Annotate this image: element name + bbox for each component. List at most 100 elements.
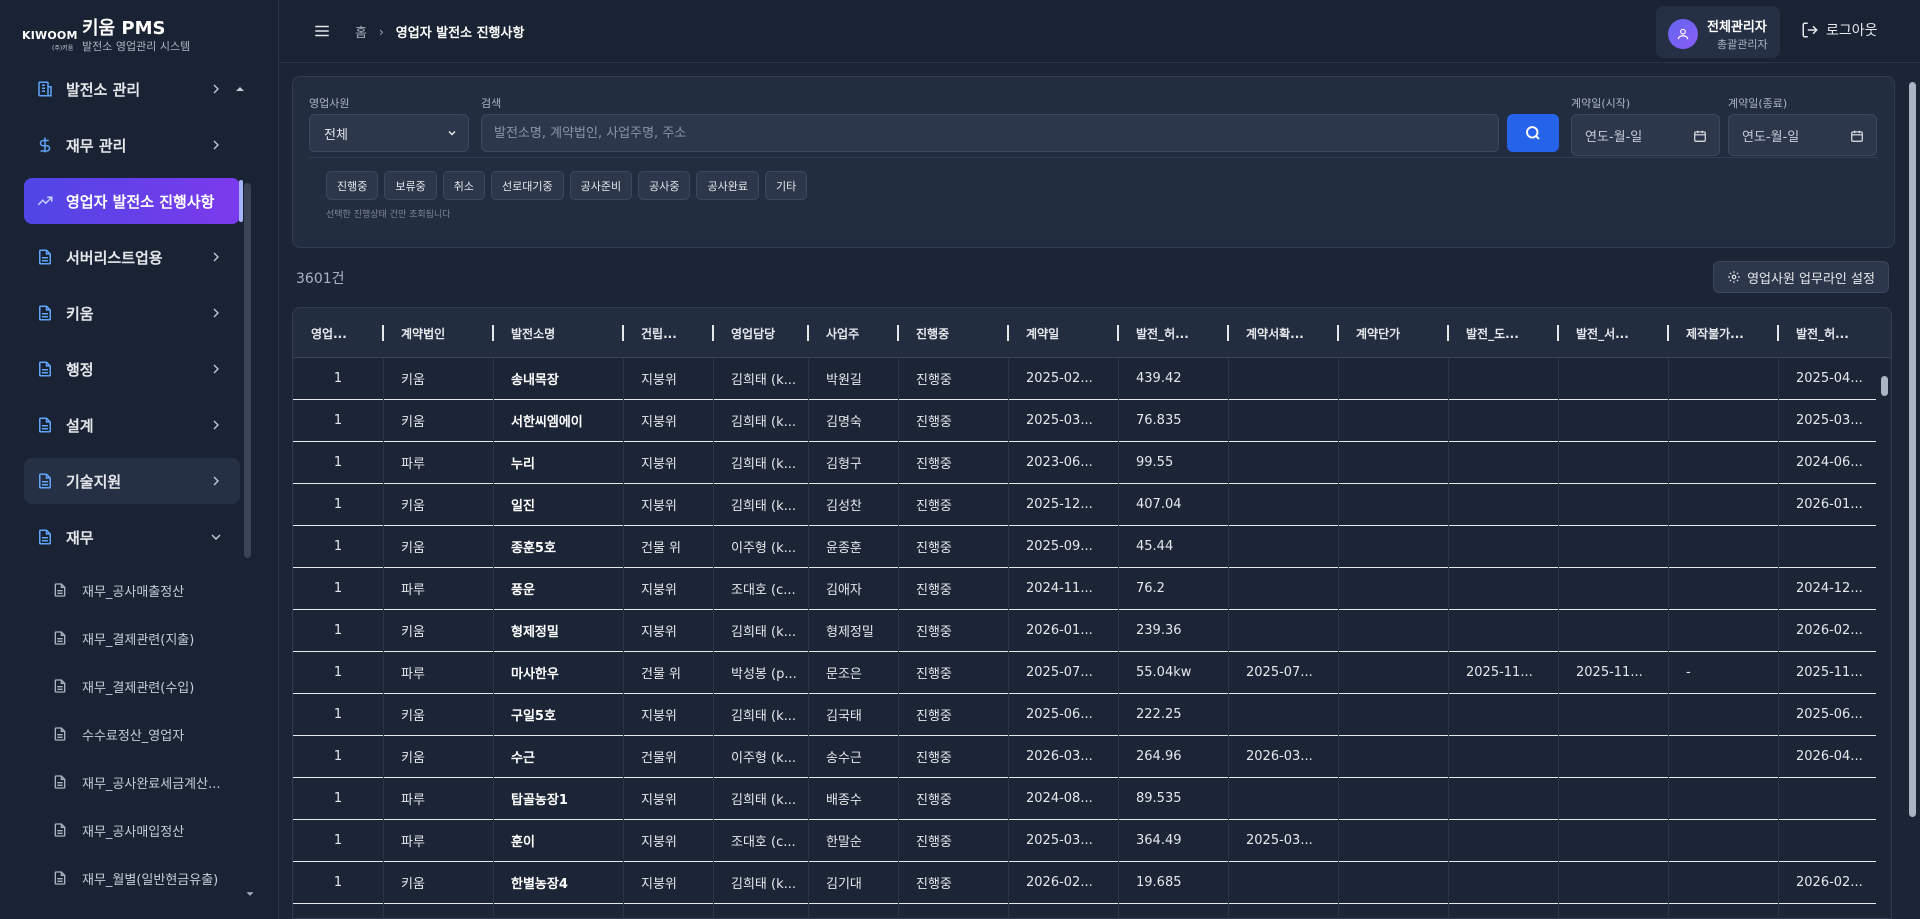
table-cell-col-status: 진행중 xyxy=(916,793,952,808)
column-resize-handle[interactable] xyxy=(1447,325,1449,341)
sidebar-item-kiwoom[interactable]: 키움 xyxy=(24,290,240,336)
sidebar-item-sales-progress[interactable]: 영업자 발전소 진행사항 xyxy=(24,178,243,224)
chevron-up-icon[interactable] xyxy=(232,81,248,101)
submenu-item[interactable]: 수수료정산_영업자 xyxy=(24,710,240,758)
user-profile[interactable]: 전체관리자 총괄관리자 xyxy=(1656,6,1780,58)
column-header-col-capacity[interactable]: 발전_허... xyxy=(1136,308,1220,358)
search-button[interactable] xyxy=(1507,114,1559,152)
sidebar-item-finance[interactable]: 재무 xyxy=(24,514,240,560)
column-resize-handle[interactable] xyxy=(1777,325,1779,341)
submenu-item[interactable]: 재무_공사완료세금계산... xyxy=(24,758,240,806)
column-header-col-plant-seo[interactable]: 발전_서... xyxy=(1576,308,1660,358)
status-chip[interactable]: 공사준비 xyxy=(569,171,633,200)
column-header-col-unit-price[interactable]: 계약단가 xyxy=(1356,308,1440,358)
sidebar-item-plant-management[interactable]: 발전소 관리 xyxy=(24,66,244,112)
table-row[interactable]: 1 파루 훈이 지붕위 조대호 (c... 한말순 진행중 2025-03... 364.49 2… xyxy=(293,820,1876,862)
column-header-col-contract-confirm[interactable]: 계약서확... xyxy=(1246,308,1330,358)
column-resize-handle[interactable] xyxy=(1117,325,1119,341)
status-chip[interactable]: 공사완료 xyxy=(696,171,759,200)
column-resize-handle[interactable] xyxy=(1227,325,1229,341)
dollar-icon xyxy=(36,136,54,154)
sidebar-scrollbar[interactable] xyxy=(244,183,251,558)
status-chip[interactable]: 진행중 xyxy=(326,171,379,200)
table-row[interactable]: 1 키움 형제정밀 지붕위 김희태 (k... 형제정밀 진행중 2026-01... 239.… xyxy=(293,610,1876,652)
status-chip[interactable]: 취소 xyxy=(442,171,485,200)
menu-icon[interactable] xyxy=(313,22,331,44)
column-resize-handle[interactable] xyxy=(1007,325,1009,341)
table-cell-col-sales-no: 1 xyxy=(333,791,343,806)
table-row[interactable]: 1 키움 한별농장4 지붕위 김희태 (k... 김기대 진행중 2026-02... 19.6… xyxy=(293,862,1876,904)
document-icon xyxy=(52,774,68,790)
column-header-col-owner[interactable]: 사업주 xyxy=(826,308,890,358)
document-icon xyxy=(36,416,54,434)
sidebar-item-server-list[interactable]: 서버리스트업용 xyxy=(24,234,240,280)
status-chip[interactable]: 선로대기중 xyxy=(491,171,564,200)
column-header-col-contract-date[interactable]: 계약일 xyxy=(1026,308,1110,358)
breadcrumb-home[interactable]: 홈 xyxy=(355,22,367,41)
table-scrollbar[interactable] xyxy=(1881,376,1888,396)
end-date-input[interactable]: 연도-월-일 xyxy=(1728,114,1877,156)
table-cell-col-unbuildable xyxy=(1686,736,1774,777)
table-row[interactable]: 1 파루 탑골농장1 지붕위 김희태 (k... 배종수 진행중 2024-08... 89.5… xyxy=(293,778,1876,820)
column-resize-handle[interactable] xyxy=(1667,325,1669,341)
column-resize-handle[interactable] xyxy=(382,325,384,341)
table-row[interactable]: 1 키움 일진 지붕위 김희태 (k... 김성찬 진행중 2025-12... 407.04 2… xyxy=(293,484,1876,526)
search-input[interactable] xyxy=(481,114,1499,152)
table-row[interactable]: 1 파루 누리 지붕위 김희태 (k... 김형구 진행중 2023-06... 99.55 20… xyxy=(293,442,1876,484)
sidebar-item-design[interactable]: 설계 xyxy=(24,402,240,448)
column-resize-handle[interactable] xyxy=(897,325,899,341)
column-resize-handle[interactable] xyxy=(622,325,624,341)
page-scrollbar[interactable] xyxy=(1909,82,1916,817)
sales-workline-settings-button[interactable]: 영업사원 업무라인 설정 xyxy=(1713,261,1889,293)
sidebar-item-finance-management[interactable]: 재무 관리 xyxy=(24,122,240,168)
table-cell-col-capacity: 439.42 xyxy=(1136,371,1182,386)
table-row[interactable]: 1 키움 종훈5호 건물 위 이주형 (k... 윤종훈 진행중 2025-09... 45.4… xyxy=(293,526,1876,568)
submenu-item[interactable]: 재무_월별(일반현금유출) xyxy=(24,854,240,902)
submenu-item[interactable]: 재무_공사매입정산 xyxy=(24,806,240,854)
submenu-item[interactable]: 재무_결제관련(지출) xyxy=(24,614,240,662)
table-row[interactable]: 1 파루 풍운 지붕위 조대호 (c... 김애자 진행중 2024-11... 76.2 202… xyxy=(293,568,1876,610)
status-chip[interactable]: 기타 xyxy=(764,171,808,200)
calendar-icon[interactable] xyxy=(1693,129,1707,147)
column-header-col-plant-do[interactable]: 발전_도... xyxy=(1466,308,1550,358)
column-header-col-sales-no[interactable]: 영업... xyxy=(311,308,375,358)
logout-button[interactable]: 로그아웃 xyxy=(1801,20,1878,40)
brand[interactable]: KIWOOM (주)키움 키움 PMS 발전소 영업관리 시스템 xyxy=(22,18,190,54)
column-resize-handle[interactable] xyxy=(712,325,714,341)
column-header-col-sales-rep[interactable]: 영업담당 xyxy=(731,308,800,358)
table-row[interactable]: 1 키움 송내목장 지붕위 김희태 (k... 박원길 진행중 2025-02... 439.4… xyxy=(293,358,1876,400)
table-row[interactable]: 1 파루 마사한우 건물 위 박성봉 (p... 문조은 진행중 2025-07... 55.0… xyxy=(293,652,1876,694)
status-chip[interactable]: 보류중 xyxy=(384,171,437,200)
table-cell-col-contract-date: 2026-01... xyxy=(1026,623,1093,638)
column-header-col-plant-name[interactable]: 발전소명 xyxy=(511,308,615,358)
column-resize-handle[interactable] xyxy=(492,325,494,341)
calendar-icon[interactable] xyxy=(1850,129,1864,147)
table-row[interactable]: 1 키움 수근 건물위 이주형 (k... 송수근 진행중 2026-03... 264.96 2… xyxy=(293,736,1876,778)
table-cell-col-status: 진행중 xyxy=(916,457,952,472)
table-cell-col-unbuildable xyxy=(1686,778,1774,819)
column-header-col-status[interactable]: 진행중 xyxy=(916,308,1000,358)
table-row[interactable]: 1 키움 서한씨엠에이 지붕위 김희태 (k... 김명숙 진행중 2025-03... 76.… xyxy=(293,400,1876,442)
start-date-input[interactable]: 연도-월-일 xyxy=(1571,114,1720,156)
sidebar-item-label: 재무 xyxy=(66,528,94,547)
column-header-col-contract-corp[interactable]: 계약법인 xyxy=(401,308,485,358)
sales-rep-select[interactable]: 전체 xyxy=(309,114,469,152)
status-chip[interactable]: 공사중 xyxy=(638,171,691,200)
submenu-item[interactable]: 재무_공사매출정산 xyxy=(24,566,240,614)
scroll-down-icon[interactable] xyxy=(243,887,257,905)
column-resize-handle[interactable] xyxy=(807,325,809,341)
column-resize-handle[interactable] xyxy=(1337,325,1339,341)
sidebar-item-administration[interactable]: 행정 xyxy=(24,346,240,392)
table-cell-col-unit-price xyxy=(1356,652,1444,693)
sidebar-item-tech-support[interactable]: 기술지원 xyxy=(24,458,240,504)
column-header-col-plant-permit[interactable]: 발전_허... xyxy=(1796,308,1868,358)
column-header-col-unbuildable[interactable]: 제작불가... xyxy=(1686,308,1770,358)
chevron-right-icon xyxy=(208,361,224,377)
column-header-col-build-type[interactable]: 건립... xyxy=(641,308,705,358)
submenu-item[interactable]: 재무_결제관련(수입) xyxy=(24,662,240,710)
table-row[interactable]: 1 키움 구일5호 지붕위 김희태 (k... 김국태 진행중 2025-06... 222.2… xyxy=(293,694,1876,736)
sidebar-item-label: 재무 관리 xyxy=(66,136,127,155)
column-resize-handle[interactable] xyxy=(1557,325,1559,341)
table-cell-col-status: 진행중 xyxy=(916,835,952,850)
table-cell-col-plant-permit: 2026-02... xyxy=(1796,875,1863,890)
